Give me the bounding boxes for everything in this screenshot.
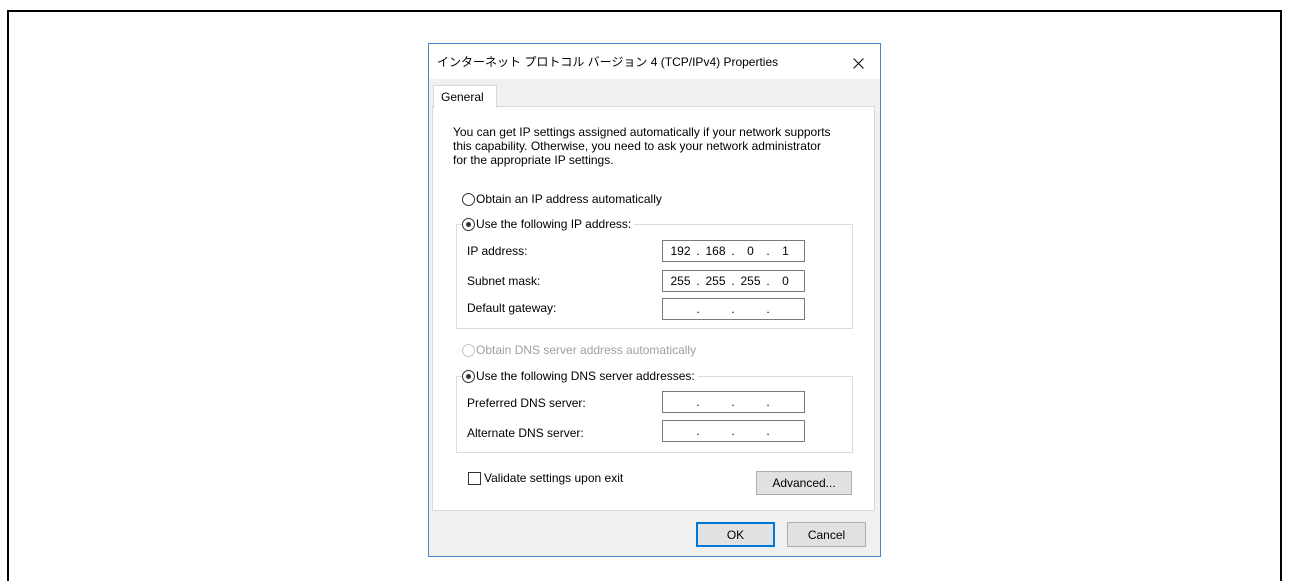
dns-manual-radio[interactable]: [462, 369, 475, 383]
octet-2[interactable]: 168: [701, 244, 730, 258]
octet-separator: .: [696, 302, 700, 316]
dns-manual-label: Use the following DNS server addresses:: [476, 369, 695, 383]
validate-on-exit-option[interactable]: Validate settings upon exit: [468, 471, 623, 485]
octet-separator: .: [766, 395, 770, 409]
ip-auto-option[interactable]: Obtain an IP address automatically: [462, 192, 662, 206]
tcpip-properties-dialog: インターネット プロトコル バージョン 4 (TCP/IPv4) Propert…: [428, 43, 881, 557]
ip-address-label: IP address:: [467, 244, 528, 258]
validate-on-exit-checkbox[interactable]: [468, 471, 481, 485]
validate-on-exit-label: Validate settings upon exit: [484, 471, 624, 485]
octet-separator: .: [731, 302, 735, 316]
close-icon: [852, 57, 864, 69]
ok-button[interactable]: OK: [696, 522, 775, 547]
default-gateway-field[interactable]: . . .: [662, 298, 805, 320]
alternate-dns-label: Alternate DNS server:: [467, 426, 584, 440]
preferred-dns-field[interactable]: . . .: [662, 391, 805, 413]
description-text: You can get IP settings assigned automat…: [453, 125, 831, 167]
ip-auto-label: Obtain an IP address automatically: [476, 192, 662, 206]
ip-manual-option[interactable]: Use the following IP address:: [462, 217, 635, 231]
octet-4[interactable]: 1: [771, 244, 800, 258]
octet-separator: .: [731, 424, 735, 438]
cancel-button[interactable]: Cancel: [787, 522, 866, 547]
description-line: for the appropriate IP settings.: [453, 153, 614, 167]
dns-manual-option[interactable]: Use the following DNS server addresses:: [462, 369, 698, 383]
advanced-button[interactable]: Advanced...: [756, 471, 852, 495]
octet-separator: .: [696, 424, 700, 438]
default-gateway-label: Default gateway:: [467, 301, 557, 315]
octet-separator: .: [696, 395, 700, 409]
title-bar: インターネット プロトコル バージョン 4 (TCP/IPv4) Propert…: [429, 44, 880, 79]
octet-3[interactable]: 255: [736, 274, 765, 288]
octet-3[interactable]: 0: [736, 244, 765, 258]
octet-2[interactable]: 255: [701, 274, 730, 288]
dns-auto-option: Obtain DNS server address automatically: [462, 343, 696, 357]
preferred-dns-label: Preferred DNS server:: [467, 396, 586, 410]
description-line: this capability. Otherwise, you need to …: [453, 139, 821, 153]
tab-general[interactable]: General: [433, 85, 497, 108]
dns-auto-label: Obtain DNS server address automatically: [476, 343, 697, 357]
octet-1[interactable]: 255: [666, 274, 695, 288]
window-title: インターネット プロトコル バージョン 4 (TCP/IPv4) Propert…: [437, 55, 779, 69]
close-button[interactable]: [836, 48, 880, 78]
octet-separator: .: [766, 302, 770, 316]
alternate-dns-field[interactable]: . . .: [662, 420, 805, 442]
ip-address-field[interactable]: 192 . 168 . 0 . 1: [662, 240, 805, 262]
octet-4[interactable]: 0: [771, 274, 800, 288]
octet-separator: .: [731, 395, 735, 409]
dns-auto-radio: [462, 343, 475, 357]
subnet-mask-label: Subnet mask:: [467, 274, 541, 288]
ip-auto-radio[interactable]: [462, 192, 475, 206]
ip-manual-radio[interactable]: [462, 217, 475, 231]
description-line: You can get IP settings assigned automat…: [453, 125, 831, 139]
octet-1[interactable]: 192: [666, 244, 695, 258]
tab-panel-general: You can get IP settings assigned automat…: [432, 106, 875, 511]
ip-manual-label: Use the following IP address:: [476, 217, 632, 231]
subnet-mask-field[interactable]: 255 . 255 . 255 . 0: [662, 270, 805, 292]
octet-separator: .: [766, 424, 770, 438]
